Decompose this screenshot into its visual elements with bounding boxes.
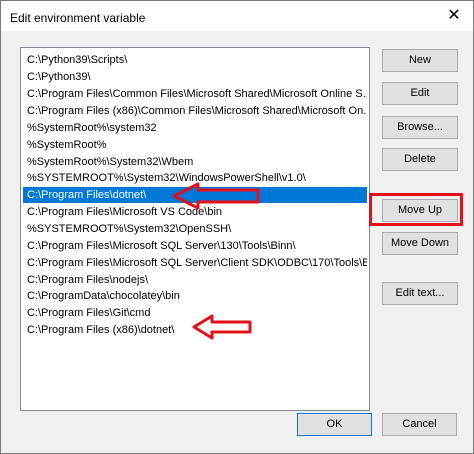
list-item[interactable]: %SystemRoot%\system32 bbox=[23, 120, 367, 136]
dialog-title: Edit environment variable bbox=[10, 11, 146, 25]
list-item[interactable]: C:\Program Files (x86)\Common Files\Micr… bbox=[23, 103, 367, 119]
list-item[interactable]: C:\Program Files\nodejs\ bbox=[23, 272, 367, 288]
close-icon[interactable]: ✕ bbox=[441, 4, 467, 28]
delete-button[interactable]: Delete bbox=[382, 148, 458, 171]
path-list[interactable]: C:\Python39\Scripts\ C:\Python39\ C:\Progr… bbox=[20, 47, 370, 411]
list-item[interactable]: %SystemRoot%\System32\Wbem bbox=[23, 154, 367, 170]
browse-button[interactable]: Browse... bbox=[382, 116, 458, 139]
cancel-button[interactable]: Cancel bbox=[382, 413, 457, 436]
edit-button[interactable]: Edit bbox=[382, 82, 458, 105]
arrow-icon-dotnet bbox=[172, 182, 260, 210]
list-item[interactable]: C:\Program Files\Microsoft SQL Server\13… bbox=[23, 238, 367, 254]
move-up-highlight-box bbox=[369, 193, 463, 226]
list-item[interactable]: %SYSTEMROOT%\System32\OpenSSH\ bbox=[23, 221, 367, 237]
title-bar: Edit environment variable ✕ bbox=[1, 1, 473, 31]
list-item[interactable]: C:\Program Files\Common Files\Microsoft … bbox=[23, 86, 367, 102]
ok-button[interactable]: OK bbox=[297, 413, 372, 436]
list-item[interactable]: C:\Python39\Scripts\ bbox=[23, 52, 367, 68]
arrow-icon-dotnet-x86 bbox=[192, 314, 252, 340]
list-item[interactable]: C:\ProgramData\chocolatey\bin bbox=[23, 288, 367, 304]
list-item[interactable]: C:\Program Files\Microsoft SQL Server\Cl… bbox=[23, 255, 367, 271]
edit-environment-variable-dialog: Edit environment variable ✕ C:\Python39\… bbox=[0, 0, 474, 454]
list-item[interactable]: C:\Python39\ bbox=[23, 69, 367, 85]
new-button[interactable]: New bbox=[382, 49, 458, 72]
list-item[interactable]: %SystemRoot% bbox=[23, 137, 367, 153]
move-down-button[interactable]: Move Down bbox=[382, 232, 458, 255]
edit-text-button[interactable]: Edit text... bbox=[382, 282, 458, 305]
